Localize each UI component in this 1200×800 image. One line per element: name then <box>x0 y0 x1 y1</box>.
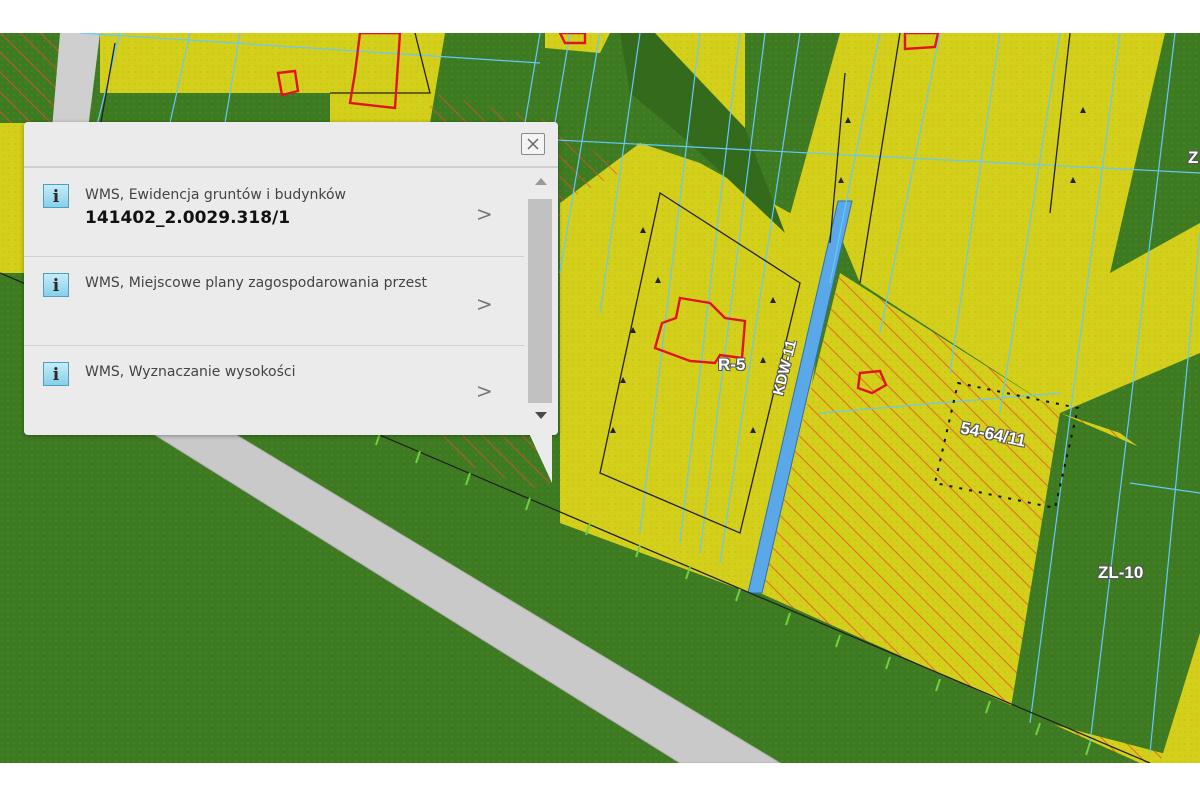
result-item-title: WMS, Miejscowe plany zagospodarowania pr… <box>85 275 428 291</box>
popup-pointer <box>528 431 552 483</box>
chevron-right-icon: > <box>476 202 493 226</box>
chevron-right-icon: > <box>476 292 493 316</box>
chevron-right-icon: > <box>476 379 493 403</box>
zone-label-edge: Z <box>1188 148 1199 167</box>
result-item-title: WMS, Wyznaczanie wysokości <box>85 364 296 380</box>
close-button[interactable] <box>521 133 545 155</box>
popup-scrollbar[interactable] <box>527 172 553 428</box>
feature-info-popup: i WMS, Ewidencja gruntów i budynków 1414… <box>24 122 558 435</box>
result-item-value: 141402_2.0029.318/1 <box>85 208 291 228</box>
info-icon: i <box>43 184 69 208</box>
close-x-icon <box>527 138 539 150</box>
result-item-ewidencja[interactable]: i WMS, Ewidencja gruntów i budynków 1414… <box>24 168 524 257</box>
result-item-title: WMS, Ewidencja gruntów i budynków <box>85 187 346 203</box>
zone-label-r5: R-5 <box>718 355 746 374</box>
popup-result-list: i WMS, Ewidencja gruntów i budynków 1414… <box>24 168 524 435</box>
result-item-wysokosci[interactable]: i WMS, Wyznaczanie wysokości > <box>24 346 524 434</box>
info-icon: i <box>43 273 69 297</box>
zone-label-zl10: ZL-10 <box>1098 563 1144 582</box>
scroll-down-arrow-icon[interactable] <box>535 412 547 419</box>
popup-header <box>24 122 558 168</box>
zone-hatched-left <box>0 33 60 123</box>
info-icon: i <box>43 362 69 386</box>
result-item-plany[interactable]: i WMS, Miejscowe plany zagospodarowania … <box>24 257 524 346</box>
scroll-thumb[interactable] <box>528 199 552 403</box>
scroll-up-arrow-icon[interactable] <box>535 178 547 185</box>
